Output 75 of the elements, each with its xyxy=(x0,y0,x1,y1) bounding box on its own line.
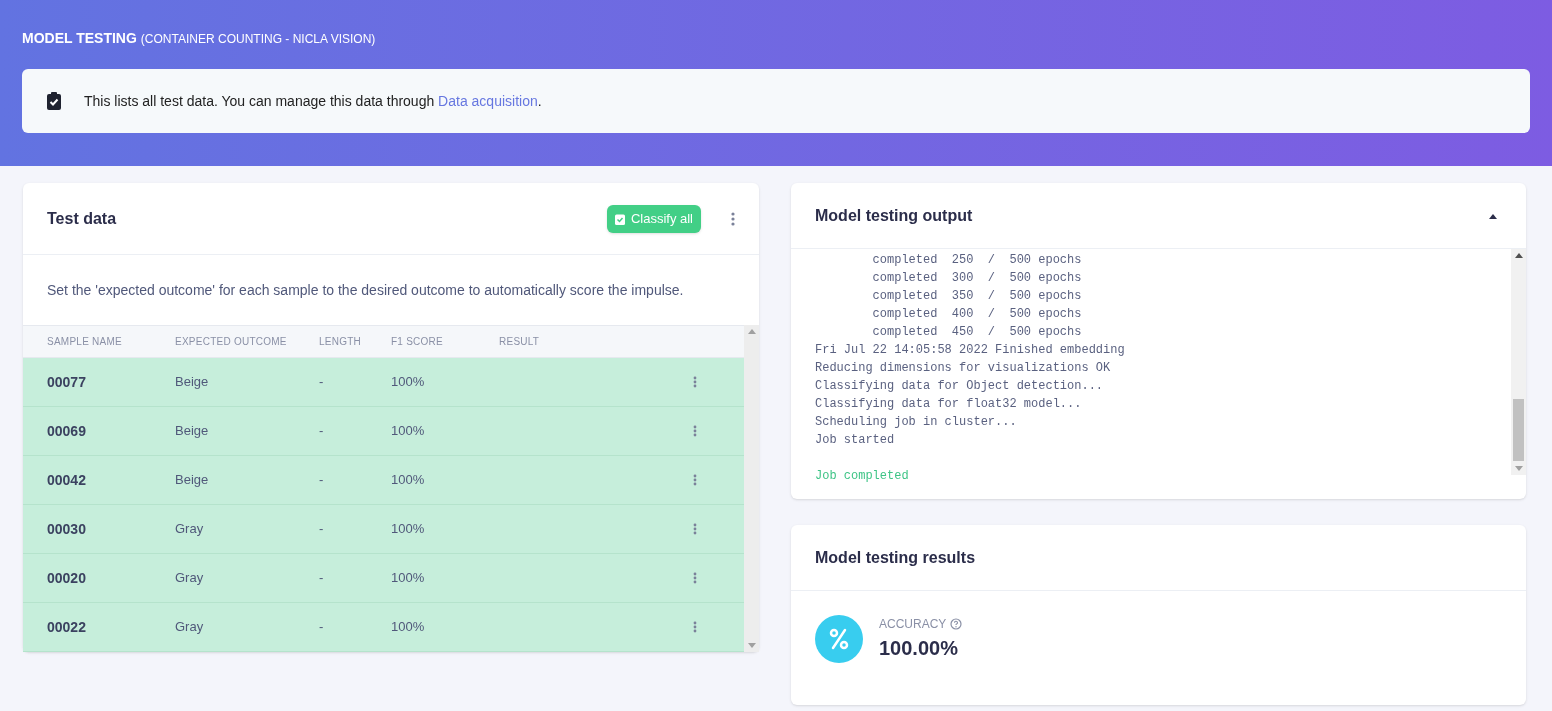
percent-icon xyxy=(815,615,863,663)
table-cell-text: - xyxy=(319,422,325,441)
log-line: Fri Jul 22 14:05:58 2022 Finished embedding xyxy=(815,342,1125,359)
more-options-icon[interactable] xyxy=(693,474,697,486)
table-cell-text: Beige xyxy=(175,471,210,490)
card-title: Test data xyxy=(47,208,117,229)
scrollbar[interactable] xyxy=(1511,249,1526,475)
column-header: EXPECTED OUTCOME xyxy=(175,335,288,349)
table-row[interactable]: 00022 Gray - 100% xyxy=(23,603,744,652)
column-header: SAMPLE NAME xyxy=(46,335,123,349)
data-acquisition-link[interactable]: Data acquisition xyxy=(438,92,538,109)
log-line: Reducing dimensions for visualizations OK xyxy=(815,360,1111,377)
more-options-icon[interactable] xyxy=(693,572,697,584)
scroll-down-icon[interactable] xyxy=(1514,466,1523,471)
log-line: Job started xyxy=(815,432,895,449)
column-header: RESULT xyxy=(499,335,541,349)
help-icon[interactable] xyxy=(950,618,963,630)
table-cell-text: - xyxy=(319,618,325,637)
more-options-icon[interactable] xyxy=(693,425,697,437)
scrollbar-thumb[interactable] xyxy=(1513,399,1524,461)
metric-value: 100.00% xyxy=(879,636,959,661)
log-line: Classifying data for float32 model... xyxy=(815,396,1082,413)
table-cell-text: Beige xyxy=(175,373,210,392)
log-line: completed 300 / 500 epochs xyxy=(871,270,1082,287)
description-text: Set the 'expected outcome' for each sample to the desired outcome to automatically score the impulse. xyxy=(47,280,684,300)
table-row[interactable]: 00077 Beige - 100% xyxy=(23,358,744,407)
table-cell-text: - xyxy=(319,520,325,539)
table-row[interactable]: 00020 Gray - 100% xyxy=(23,554,744,603)
log-line: Scheduling job in cluster... xyxy=(815,414,1017,431)
column-header: F1 SCORE xyxy=(391,335,444,349)
scroll-up-icon[interactable] xyxy=(1514,253,1523,258)
table-cell-text: 100% xyxy=(391,422,426,441)
log-line: completed 450 / 500 epochs xyxy=(871,324,1082,341)
page-subtitle: (CONTAINER COUNTING - NICLA VISION) xyxy=(140,31,376,48)
more-options-icon[interactable] xyxy=(731,211,735,226)
log-line: Job completed xyxy=(815,468,909,485)
table-cell-text: - xyxy=(319,373,325,392)
scroll-down-icon[interactable] xyxy=(747,643,756,648)
table-cell-text: Gray xyxy=(175,618,205,637)
table-cell-text: - xyxy=(319,471,325,490)
table-cell-text: - xyxy=(319,569,325,588)
more-options-icon[interactable] xyxy=(693,621,697,633)
table-cell-text: Gray xyxy=(175,520,205,539)
metric-label: ACCURACY xyxy=(879,616,947,633)
table-cell-text: 00069 xyxy=(46,421,87,441)
card-title: Model testing output xyxy=(815,205,973,226)
page-title: MODEL TESTING xyxy=(22,29,137,48)
collapse-icon[interactable] xyxy=(1488,212,1498,219)
table-cell-text: 00022 xyxy=(46,617,87,637)
table-cell-text: 00042 xyxy=(46,470,87,490)
notice-text: This lists all test data. You can manage this data through Data acquisition. xyxy=(84,91,542,111)
log-line: completed 350 / 500 epochs xyxy=(871,288,1082,305)
table-cell-text: 100% xyxy=(391,520,426,539)
table-cell-text: 100% xyxy=(391,569,426,588)
table-row[interactable]: 00069 Beige - 100% xyxy=(23,407,744,456)
table-cell-text: 100% xyxy=(391,471,426,490)
table-cell-text: 100% xyxy=(391,373,426,392)
table-row[interactable]: 00042 Beige - 100% xyxy=(23,456,744,505)
clipboard-check-icon xyxy=(614,212,625,225)
log-line: completed 400 / 500 epochs xyxy=(871,306,1082,323)
more-options-icon[interactable] xyxy=(693,376,697,388)
table-cell-text: Beige xyxy=(175,422,210,441)
scrollbar[interactable] xyxy=(744,325,759,652)
card-title: Model testing results xyxy=(815,547,976,568)
table-cell-text: 00030 xyxy=(46,519,87,539)
log-line: Classifying data for Object detection... xyxy=(815,378,1104,395)
more-options-icon[interactable] xyxy=(693,523,697,535)
log-line: completed 250 / 500 epochs xyxy=(871,252,1082,269)
table-cell-text: 00077 xyxy=(46,372,87,392)
table-row[interactable]: 00030 Gray - 100% xyxy=(23,505,744,554)
table-cell-text: 100% xyxy=(391,618,426,637)
table-cell-text: 00020 xyxy=(46,568,87,588)
clipboard-check-icon xyxy=(46,91,62,111)
column-header: LENGTH xyxy=(319,335,363,349)
table-cell-text: Gray xyxy=(175,569,205,588)
